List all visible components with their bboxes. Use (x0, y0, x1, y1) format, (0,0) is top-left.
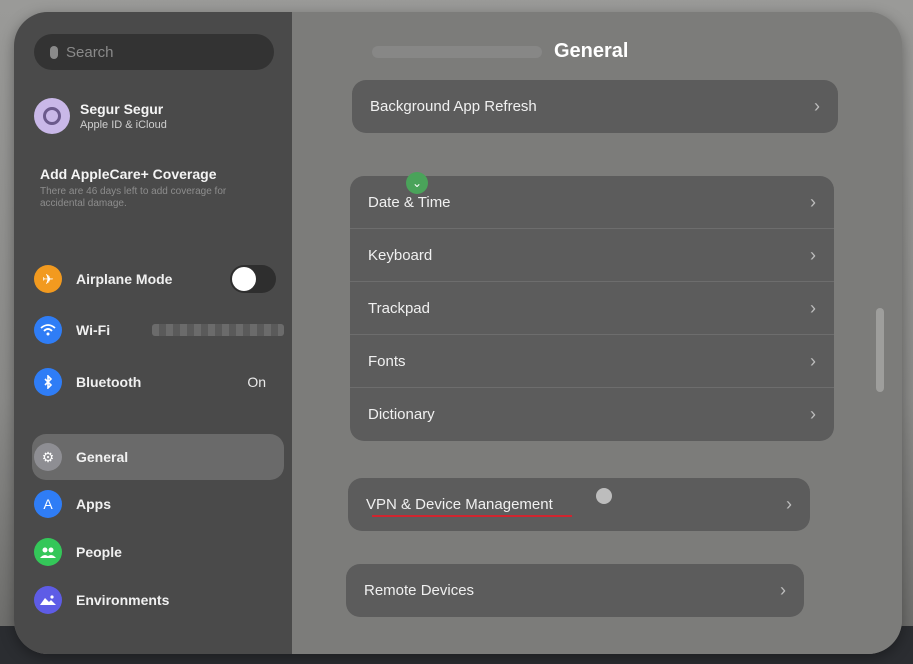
header-blur (372, 46, 542, 58)
search-placeholder: Search (66, 43, 114, 61)
sidebar-item-bluetooth[interactable]: Bluetooth On (34, 362, 284, 402)
row-label: Keyboard (368, 246, 433, 264)
sidebar-item-label: General (76, 449, 129, 465)
sidebar-item-general[interactable]: ⚙ General (34, 437, 284, 477)
sidebar-item-label: Apps (76, 496, 111, 512)
row-remote-devices[interactable]: Remote Devices › (346, 564, 804, 617)
page-title: General (554, 40, 629, 62)
row-label: VPN & Device Management (366, 496, 553, 513)
chevron-right-icon: › (814, 96, 820, 116)
chevron-right-icon: › (780, 580, 786, 600)
row-label: Fonts (368, 352, 406, 370)
gear-icon: ⚙ (34, 443, 62, 471)
airplane-icon: ✈ (34, 265, 62, 293)
group-remote: Remote Devices › (346, 564, 804, 617)
row-keyboard[interactable]: Keyboard › (350, 229, 834, 282)
pointer-cursor (596, 488, 612, 504)
avatar-icon (43, 107, 61, 125)
row-label: Remote Devices (364, 582, 475, 599)
row-label: Date & Time (368, 193, 451, 211)
wifi-network-redacted (152, 324, 284, 336)
row-dictionary[interactable]: Dictionary › (350, 388, 834, 441)
environments-icon (34, 586, 62, 614)
chevron-right-icon: › (810, 244, 816, 265)
apps-icon: A (34, 490, 62, 518)
profile-name: Segur Segur (80, 101, 164, 117)
row-fonts[interactable]: Fonts › (350, 335, 834, 388)
applecare-banner[interactable]: Add AppleCare+ Coverage There are 46 day… (40, 166, 270, 210)
sidebar-item-label: Wi-Fi (76, 322, 111, 338)
avatar (34, 98, 70, 134)
bluetooth-status: On (247, 374, 266, 390)
sidebar-item-apps[interactable]: A Apps (34, 484, 284, 524)
row-label: Background App Refresh (370, 98, 537, 115)
bluetooth-icon (34, 368, 62, 396)
sidebar-item-airplane-mode[interactable]: ✈ Airplane Mode (34, 259, 284, 299)
row-label: Trackpad (368, 299, 430, 317)
settings-window: Search Segur Segur Apple ID & iCloud Add… (14, 12, 902, 654)
chevron-right-icon: › (810, 404, 816, 424)
toggle-knob (232, 267, 256, 291)
chevron-right-icon: › (786, 494, 792, 514)
sidebar-item-label: Bluetooth (76, 374, 142, 390)
profile-subtitle: Apple ID & iCloud (80, 119, 167, 131)
row-background-app-refresh[interactable]: Background App Refresh › (352, 80, 838, 133)
sidebar: Search Segur Segur Apple ID & iCloud Add… (14, 12, 292, 654)
microphone-icon[interactable] (50, 45, 58, 59)
sidebar-item-environments[interactable]: Environments (34, 580, 284, 620)
search-field[interactable]: Search (34, 34, 274, 70)
row-label: Dictionary (368, 406, 435, 423)
group-vpn: VPN & Device Management › (348, 478, 810, 531)
sidebar-item-wifi[interactable]: Wi-Fi (34, 310, 284, 350)
chevron-down-icon: ⌄ (406, 172, 428, 194)
row-trackpad[interactable]: Trackpad › (350, 282, 834, 335)
group-preferences: Date & Time › Keyboard › Trackpad › Font… (350, 176, 834, 441)
profile-row[interactable]: Segur Segur Apple ID & iCloud (34, 98, 167, 134)
airplane-mode-toggle[interactable] (230, 265, 276, 293)
people-icon (34, 538, 62, 566)
sidebar-item-label: People (76, 544, 122, 560)
red-underline-annotation (372, 515, 572, 517)
main-panel: General Background App Refresh › Date & … (292, 12, 902, 654)
sidebar-item-label: Airplane Mode (76, 271, 173, 287)
scrollbar[interactable] (876, 308, 884, 392)
group-background: Background App Refresh › (352, 80, 838, 133)
applecare-title: Add AppleCare+ Coverage (40, 166, 217, 182)
row-vpn-device-management[interactable]: VPN & Device Management › (348, 478, 810, 531)
wifi-icon (34, 316, 62, 344)
sidebar-item-people[interactable]: People (34, 532, 284, 572)
chevron-right-icon: › (810, 191, 816, 212)
applecare-subtitle: There are 46 days left to add coverage f… (40, 186, 227, 209)
sidebar-item-label: Environments (76, 592, 170, 608)
chevron-right-icon: › (810, 297, 816, 318)
chevron-right-icon: › (810, 350, 816, 371)
